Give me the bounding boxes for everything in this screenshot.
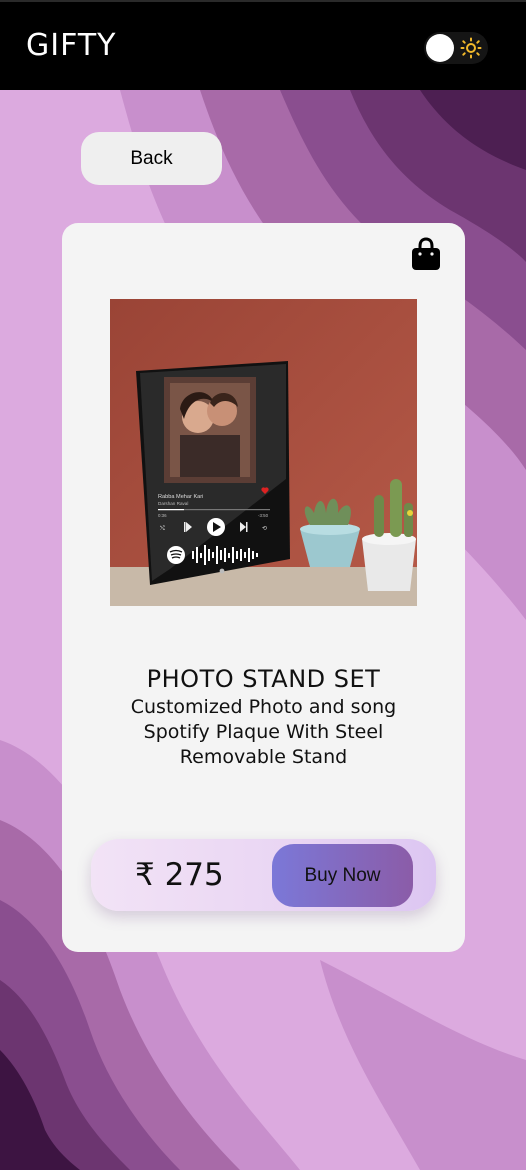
buy-now-button[interactable]: Buy Now [272,844,413,907]
svg-text:⤭: ⤭ [160,525,165,532]
app-header: GIFTY [0,0,526,90]
plaque-song-text: Rabba Mehar Kari [158,494,203,500]
sun-icon [460,37,482,59]
back-button[interactable]: Back [81,132,222,185]
svg-text:⟲: ⟲ [262,525,267,532]
plaque-elapsed-text: 0:36 [158,513,167,518]
product-description: Customized Photo and song Spotify Plaque… [130,696,397,768]
product-card: Rabba Mehar Kari Darshan Raval 0:36 -3:5… [62,223,465,952]
product-image: Rabba Mehar Kari Darshan Raval 0:36 -3:5… [110,299,417,606]
theme-toggle[interactable] [424,32,488,64]
plaque-artist-text: Darshan Raval [158,501,188,506]
plaque-remaining-text: -3:50 [258,513,269,518]
shopping-bag-icon[interactable] [410,237,442,271]
price-bar: ₹ 275 Buy Now [91,839,436,911]
product-title: PHOTO STAND SET [146,665,381,693]
toggle-knob [426,34,454,62]
product-price: ₹ 275 [135,857,224,893]
brand-logo[interactable]: GIFTY [26,28,116,63]
